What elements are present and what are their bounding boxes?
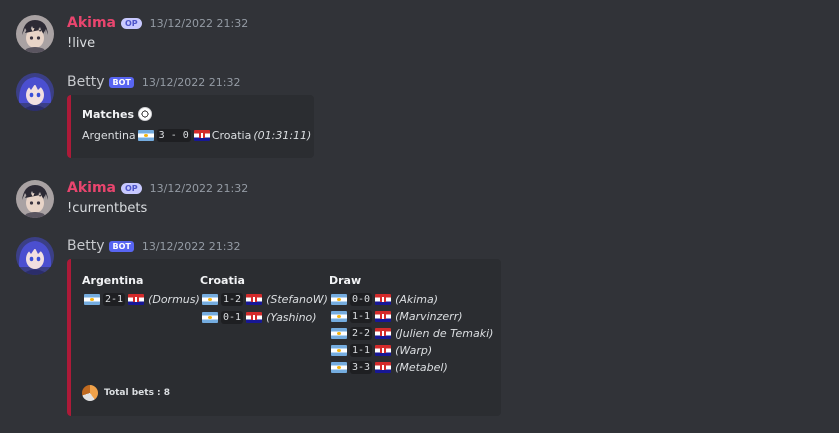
embed-matches: Matches Argentina 3 - 0 Croatia (01:31:1… <box>67 95 314 158</box>
bet-row: 2-1 (Dormus) <box>82 292 200 306</box>
timestamp: 13/12/2022 21:32 <box>141 75 241 89</box>
croatia-flag-icon <box>375 310 392 322</box>
bet-row: 1-1 (Warp) <box>329 343 432 357</box>
bet-user: (Dormus) <box>148 292 200 306</box>
avatar-betty[interactable] <box>16 73 54 111</box>
bet-user: (Yashino) <box>266 310 317 324</box>
embed-footer: Total bets : 8 <box>82 385 170 401</box>
bet-score: 2-1 <box>103 292 126 306</box>
bet-score: 3-3 <box>350 360 373 374</box>
croatia-flag-icon <box>375 361 392 373</box>
argentina-flag-icon <box>331 344 347 356</box>
croatia-flag-icon <box>246 293 263 305</box>
croatia-flag-icon <box>375 344 392 356</box>
argentina-flag-icon <box>331 293 347 305</box>
message-header: Akima OP 13/12/2022 21:32 <box>67 179 248 197</box>
username[interactable]: Akima <box>67 15 116 31</box>
chat-message-list: Akima OP 13/12/2022 21:32 !live Betty BO… <box>0 0 839 433</box>
timestamp: 13/12/2022 21:32 <box>141 239 241 253</box>
embed-title-text: Matches <box>82 107 134 121</box>
avatar-akima[interactable] <box>16 15 54 53</box>
croatia-flag-icon <box>375 327 392 339</box>
timestamp: 13/12/2022 21:32 <box>149 16 249 30</box>
team2-name: Croatia <box>211 128 252 142</box>
team1-name: Argentina <box>82 128 136 142</box>
bet-row: 0-1 (Yashino) <box>200 310 317 324</box>
bet-row: 1-1 (Marvinzerr) <box>329 309 463 323</box>
bet-row: 1-2 (StefanoW) <box>200 292 328 306</box>
bet-score: 0-1 <box>221 310 244 324</box>
bet-user: (Marvinzerr) <box>395 309 463 323</box>
bet-user: (Julien de Temaki) <box>395 326 494 340</box>
message-text: !live <box>67 36 96 51</box>
argentina-flag-icon <box>202 311 218 323</box>
bet-user: (Metabel) <box>395 360 448 374</box>
match-time: (01:31:11) <box>253 128 312 142</box>
argentina-flag-icon <box>202 293 218 305</box>
argentina-flag-icon <box>137 129 154 141</box>
op-tag: OP <box>120 17 142 29</box>
bet-user: (Warp) <box>395 343 433 357</box>
croatia-flag-icon <box>246 311 263 323</box>
bet-user: (StefanoW) <box>266 292 328 306</box>
bet-score: 2-2 <box>350 326 373 340</box>
avatar-akima[interactable] <box>16 180 54 218</box>
username[interactable]: Akima <box>67 180 116 196</box>
embed-current-bets: Argentina 2-1 (Dormus) Croatia 1-2 (Stef… <box>67 259 501 416</box>
username[interactable]: Betty <box>67 74 104 90</box>
argentina-flag-icon <box>331 361 347 373</box>
bet-score: 1-2 <box>221 292 244 306</box>
message-header: Betty BOT 13/12/2022 21:32 <box>67 237 240 255</box>
column-header-croatia: Croatia <box>200 274 245 287</box>
message-header: Akima OP 13/12/2022 21:32 <box>67 14 248 32</box>
bot-tag: BOT <box>109 240 134 252</box>
bot-tag: BOT <box>109 76 134 88</box>
column-header-argentina: Argentina <box>82 274 144 287</box>
croatia-flag-icon <box>128 293 145 305</box>
avatar-betty[interactable] <box>16 237 54 275</box>
croatia-flag-icon <box>375 293 392 305</box>
message-header: Betty BOT 13/12/2022 21:32 <box>67 73 240 91</box>
soccer-ball-icon <box>138 107 152 121</box>
message-text: !currentbets <box>67 201 148 216</box>
bet-row: 2-2 (Julien de Temaki) <box>329 326 493 340</box>
match-score: 3 - 0 <box>156 128 191 142</box>
bet-score: 1-1 <box>350 309 373 323</box>
bet-user: (Akima) <box>395 292 439 306</box>
football-icon <box>82 385 98 401</box>
bet-score: 1-1 <box>350 343 373 357</box>
username[interactable]: Betty <box>67 238 104 254</box>
op-tag: OP <box>120 182 142 194</box>
embed-title: Matches <box>82 107 152 121</box>
argentina-flag-icon <box>331 327 347 339</box>
bet-row: 3-3 (Metabel) <box>329 360 448 374</box>
bet-score: 0-0 <box>350 292 373 306</box>
total-bets-text: Total bets : 8 <box>104 388 171 398</box>
argentina-flag-icon <box>84 293 100 305</box>
argentina-flag-icon <box>331 310 347 322</box>
match-row: Argentina 3 - 0 Croatia (01:31:11) <box>82 128 311 142</box>
timestamp: 13/12/2022 21:32 <box>149 181 249 195</box>
column-header-draw: Draw <box>329 274 362 287</box>
bet-row: 0-0 (Akima) <box>329 292 438 306</box>
croatia-flag-icon <box>193 129 210 141</box>
